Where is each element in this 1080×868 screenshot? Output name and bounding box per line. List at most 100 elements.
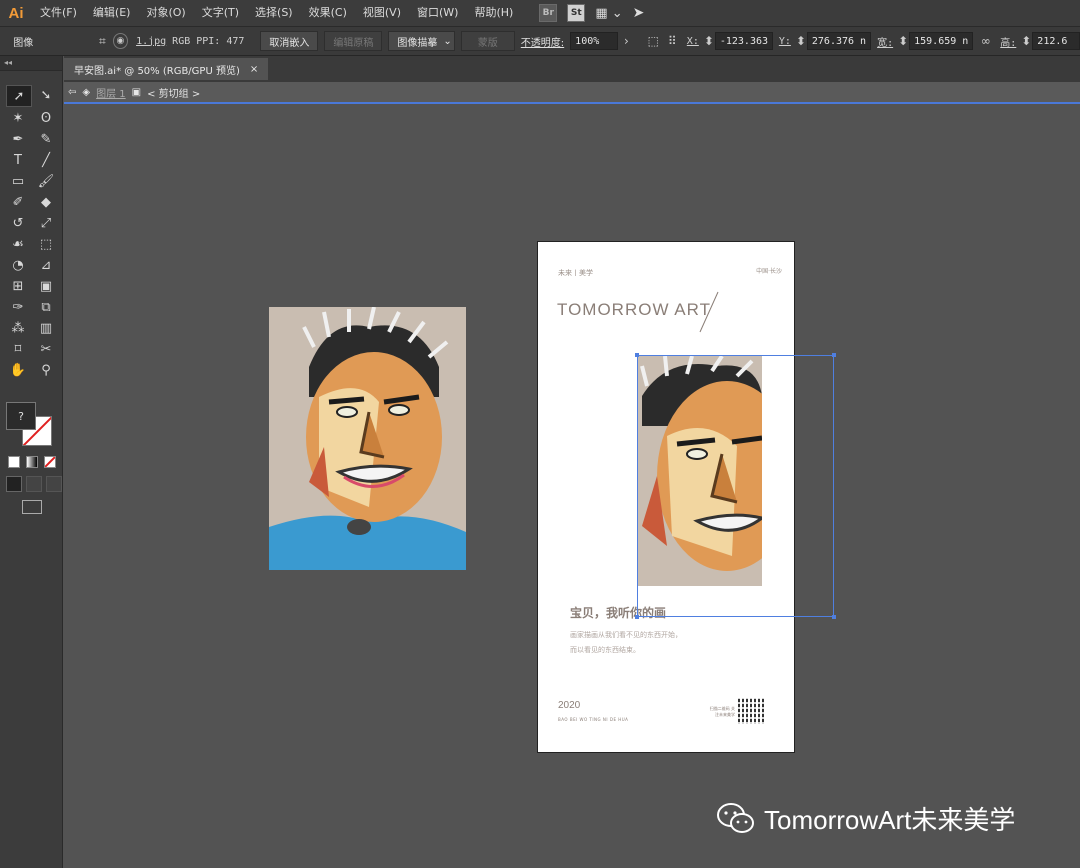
resize-handle-tr[interactable] xyxy=(832,353,836,357)
fill-stroke-control: ? xyxy=(6,402,54,448)
perspective-grid-tool-icon[interactable]: ⊿ xyxy=(34,255,58,275)
breadcrumb-clip-group[interactable]: < 剪切组 > xyxy=(147,85,200,100)
menu-effect[interactable]: 效果(C) xyxy=(301,0,355,26)
shape-builder-tool-icon[interactable]: ◔ xyxy=(6,255,30,275)
resize-handle-bl[interactable] xyxy=(635,615,639,619)
linked-file-icon[interactable]: ◉ xyxy=(112,33,129,49)
menu-type[interactable]: 文字(T) xyxy=(194,0,247,26)
stepper-icon[interactable]: ⬍ xyxy=(704,32,714,50)
warp-tool-icon[interactable]: ☙ xyxy=(6,234,30,254)
x-label: X: xyxy=(686,35,699,47)
menu-view[interactable]: 视图(V) xyxy=(355,0,409,26)
decorative-slash xyxy=(699,291,719,333)
color-mode-icon[interactable] xyxy=(8,456,20,468)
breadcrumb-layer[interactable]: 图层 1 xyxy=(96,85,126,100)
x-input[interactable]: -123.363 xyxy=(714,32,773,50)
send-icon[interactable]: ➤ xyxy=(633,5,645,21)
column-graph-tool-icon[interactable]: ▥ xyxy=(34,318,58,338)
shaper-tool-icon[interactable]: ✐ xyxy=(6,192,30,212)
resize-handle-tl[interactable] xyxy=(635,353,639,357)
line-tool-icon[interactable]: ╱ xyxy=(34,150,58,170)
resize-handle-br[interactable] xyxy=(832,615,836,619)
draw-inside-icon[interactable] xyxy=(46,476,62,492)
menu-window[interactable]: 窗口(W) xyxy=(409,0,466,26)
opacity-label[interactable]: 不透明度: xyxy=(521,34,564,49)
back-arrow-icon[interactable]: ⇦ xyxy=(68,87,76,98)
paintbrush-tool-icon[interactable]: 🖌 xyxy=(34,171,58,191)
bridge-icon[interactable]: Br xyxy=(539,4,558,22)
width-input[interactable]: 159.659 n xyxy=(909,32,974,50)
selection-bounding-box[interactable] xyxy=(635,353,836,619)
menu-file[interactable]: 文件(F) xyxy=(32,0,85,26)
height-input[interactable]: 212.6 xyxy=(1032,32,1080,50)
magic-wand-tool-icon[interactable]: ✶ xyxy=(6,108,30,128)
mask-button[interactable]: 蒙版 xyxy=(460,31,515,51)
artboard-year: 2020 xyxy=(558,700,581,711)
gradient-tool-icon[interactable]: ▣ xyxy=(34,276,58,296)
draw-normal-icon[interactable] xyxy=(6,476,22,492)
linked-filename[interactable]: 1.jpg xyxy=(136,36,166,47)
none-mode-icon[interactable] xyxy=(44,456,56,468)
eyedropper-tool-icon[interactable]: ✑ xyxy=(6,297,30,317)
artboard-body-line2: 而以看见的东西结束。 xyxy=(570,646,640,654)
panel-collapse[interactable]: ◂◂ xyxy=(0,56,62,71)
close-icon[interactable]: × xyxy=(250,64,258,75)
artboard-tool-icon[interactable]: ⌑ xyxy=(6,339,30,359)
watermark-text: TomorrowArt未来美学 xyxy=(764,805,1016,835)
placed-portrait-image[interactable] xyxy=(269,307,466,570)
screen-mode-icon[interactable] xyxy=(22,500,42,514)
transform-reference-icon[interactable]: ⠿ xyxy=(664,32,681,50)
stepper-icon[interactable]: ⬍ xyxy=(796,32,806,50)
type-tool-icon[interactable]: T xyxy=(6,150,30,170)
symbol-sprayer-tool-icon[interactable]: ⁂ xyxy=(6,318,30,338)
menu-bar: Ai 文件(F) 编辑(E) 对象(O) 文字(T) 选择(S) 效果(C) 视… xyxy=(0,0,1080,27)
clip-group-icon: ▣ xyxy=(131,86,142,98)
opacity-input[interactable]: 100% xyxy=(570,32,618,50)
scale-tool-icon[interactable]: ⤢ xyxy=(34,213,58,233)
hand-tool-icon[interactable]: ✋ xyxy=(6,360,30,380)
y-input[interactable]: 276.376 n xyxy=(806,32,872,50)
align-icon[interactable]: ⬚ xyxy=(645,32,662,50)
chevron-right-icon[interactable]: › xyxy=(618,32,635,50)
stock-icon[interactable]: St xyxy=(567,4,586,22)
fill-swatch[interactable]: ? xyxy=(6,402,36,430)
lasso-tool-icon[interactable]: ʘ xyxy=(34,108,58,128)
unembed-button[interactable]: 取消嵌入 xyxy=(260,31,319,51)
menu-edit[interactable]: 编辑(E) xyxy=(85,0,139,26)
crop-icon[interactable]: ⌗ xyxy=(94,32,111,50)
menu-object[interactable]: 对象(O) xyxy=(138,0,193,26)
rectangle-tool-icon[interactable]: ▭ xyxy=(6,171,30,191)
blend-tool-icon[interactable]: ⧉ xyxy=(34,297,58,317)
artboard-region: 中国·长沙 xyxy=(756,268,782,275)
artboard-subline: BAO BEI WO TING NI DE HUA xyxy=(558,717,629,722)
mesh-tool-icon[interactable]: ⊞ xyxy=(6,276,30,296)
rotate-tool-icon[interactable]: ↺ xyxy=(6,213,30,233)
workspace-layout-icon[interactable]: ▦ ⌄ xyxy=(595,6,622,21)
stepper-icon[interactable]: ⬍ xyxy=(898,32,908,50)
eraser-tool-icon[interactable]: ◆ xyxy=(34,192,58,212)
color-mode: RGB xyxy=(172,35,191,47)
image-trace-label: 图像描摹 xyxy=(397,37,438,49)
menu-help[interactable]: 帮助(H) xyxy=(466,0,521,26)
watermark: TomorrowArt未来美学 xyxy=(716,800,1015,837)
pen-tool-icon[interactable]: ✒ xyxy=(6,129,30,149)
app-logo[interactable]: Ai xyxy=(0,0,32,26)
image-trace-button[interactable]: 图像描摹 ⌄ xyxy=(388,31,455,51)
direct-selection-tool-icon[interactable]: ➘ xyxy=(34,85,58,105)
document-tab[interactable]: 早安图.ai* @ 50% (RGB/GPU 预览) × xyxy=(64,58,269,80)
fill-unknown-label: ? xyxy=(18,409,24,423)
isolation-mode-bar: ⇦ ◈ 图层 1 ▣ < 剪切组 > xyxy=(64,82,1080,104)
height-label: 高: xyxy=(1000,37,1017,49)
draw-behind-icon[interactable] xyxy=(26,476,42,492)
link-proportions-icon[interactable]: ∞ xyxy=(977,32,994,50)
menu-select[interactable]: 选择(S) xyxy=(247,0,301,26)
zoom-tool-icon[interactable]: ⚲ xyxy=(34,360,58,380)
free-transform-tool-icon[interactable]: ⬚ xyxy=(34,234,58,254)
curvature-tool-icon[interactable]: ✎ xyxy=(34,129,58,149)
edit-original-button[interactable]: 编辑原稿 xyxy=(324,31,383,51)
width-label: 宽: xyxy=(877,37,894,49)
selection-tool-icon[interactable]: ➚ xyxy=(6,85,32,107)
gradient-mode-icon[interactable] xyxy=(26,456,38,468)
stepper-icon[interactable]: ⬍ xyxy=(1021,32,1031,50)
slice-tool-icon[interactable]: ✂ xyxy=(34,339,58,359)
